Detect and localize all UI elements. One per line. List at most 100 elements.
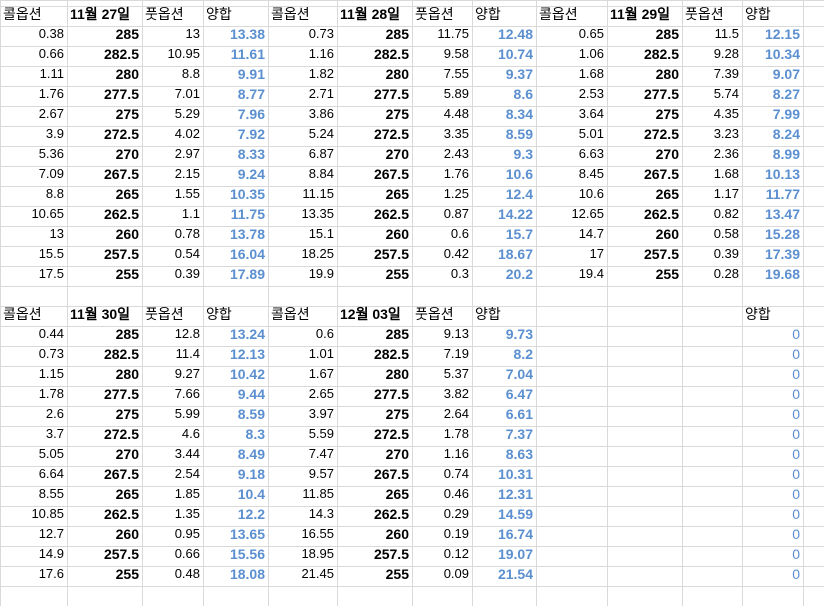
cell-strike[interactable]: 277.5: [67, 384, 142, 404]
cell-straddle-sum[interactable]: 10.6: [472, 164, 536, 184]
cell-put-price[interactable]: 0.29: [412, 504, 472, 524]
cell-straddle-sum[interactable]: 12.2: [203, 504, 268, 524]
cell-straddle-sum[interactable]: 9.37: [472, 64, 536, 84]
cell-straddle-sum[interactable]: 9.18: [203, 464, 268, 484]
cell-put-price[interactable]: 1.68: [682, 164, 742, 184]
cell-put-price[interactable]: 13: [142, 24, 203, 44]
cell-straddle-sum[interactable]: 0: [742, 544, 803, 564]
cell-call-price[interactable]: 9.57: [268, 464, 337, 484]
header-put-option[interactable]: [682, 304, 742, 324]
cell-put-price[interactable]: 7.01: [142, 84, 203, 104]
header-put-option[interactable]: 풋옵션: [142, 4, 203, 24]
cell-call-price[interactable]: 5.01: [536, 124, 607, 144]
cell-call-price[interactable]: 1.06: [536, 44, 607, 64]
cell-put-price[interactable]: 3.82: [412, 384, 472, 404]
cell-straddle-sum[interactable]: 16.74: [472, 524, 536, 544]
cell-call-price[interactable]: 1.68: [536, 64, 607, 84]
cell-strike[interactable]: [607, 504, 682, 524]
cell-straddle-sum[interactable]: 0: [742, 504, 803, 524]
cell-put-price[interactable]: 5.74: [682, 84, 742, 104]
cell-strike[interactable]: 257.5: [337, 544, 412, 564]
cell-put-price[interactable]: [682, 364, 742, 384]
cell-put-price[interactable]: 8.8: [142, 64, 203, 84]
cell-strike[interactable]: 272.5: [67, 424, 142, 444]
cell-straddle-sum[interactable]: 0: [742, 404, 803, 424]
cell-put-price[interactable]: 1.1: [142, 204, 203, 224]
header-call-option[interactable]: 콜옵션: [0, 4, 67, 24]
header-date[interactable]: 11월 29일: [607, 4, 682, 24]
cell-put-price[interactable]: 0.28: [682, 264, 742, 284]
cell-straddle-sum[interactable]: 0: [742, 464, 803, 484]
cell-strike[interactable]: 262.5: [337, 204, 412, 224]
cell-call-price[interactable]: 1.01: [268, 344, 337, 364]
cell-straddle-sum[interactable]: 8.3: [203, 424, 268, 444]
cell-call-price[interactable]: 5.05: [0, 444, 67, 464]
cell-straddle-sum[interactable]: 10.42: [203, 364, 268, 384]
cell-put-price[interactable]: [682, 484, 742, 504]
cell-call-price[interactable]: 15.5: [0, 244, 67, 264]
cell-strike[interactable]: 277.5: [67, 84, 142, 104]
cell-strike[interactable]: 262.5: [67, 504, 142, 524]
cell-straddle-sum[interactable]: 0: [742, 364, 803, 384]
header-call-option[interactable]: 콜옵션: [268, 304, 337, 324]
cell-straddle-sum[interactable]: 8.59: [472, 124, 536, 144]
cell-put-price[interactable]: [682, 444, 742, 464]
cell-put-price[interactable]: 0.58: [682, 224, 742, 244]
cell-strike[interactable]: 255: [607, 264, 682, 284]
cell-straddle-sum[interactable]: 12.4: [472, 184, 536, 204]
cell-straddle-sum[interactable]: 19.68: [742, 264, 803, 284]
cell-strike[interactable]: 265: [67, 484, 142, 504]
cell-put-price[interactable]: 2.97: [142, 144, 203, 164]
cell-straddle-sum[interactable]: 15.7: [472, 224, 536, 244]
cell-straddle-sum[interactable]: 8.99: [742, 144, 803, 164]
cell-strike[interactable]: 255: [337, 264, 412, 284]
cell-put-price[interactable]: 3.23: [682, 124, 742, 144]
cell-strike[interactable]: 262.5: [67, 204, 142, 224]
header-sum[interactable]: 양합: [203, 304, 268, 324]
cell-strike[interactable]: 265: [337, 184, 412, 204]
cell-strike[interactable]: [607, 524, 682, 544]
cell-put-price[interactable]: 0.39: [682, 244, 742, 264]
cell-put-price[interactable]: 4.02: [142, 124, 203, 144]
cell-strike[interactable]: 255: [67, 264, 142, 284]
cell-call-price[interactable]: [536, 424, 607, 444]
cell-put-price[interactable]: 7.66: [142, 384, 203, 404]
cell-straddle-sum[interactable]: 12.13: [203, 344, 268, 364]
cell-straddle-sum[interactable]: 8.27: [742, 84, 803, 104]
cell-call-price[interactable]: 3.97: [268, 404, 337, 424]
cell-straddle-sum[interactable]: 8.77: [203, 84, 268, 104]
cell-straddle-sum[interactable]: 16.04: [203, 244, 268, 264]
cell-put-price[interactable]: 5.89: [412, 84, 472, 104]
cell-straddle-sum[interactable]: 0: [742, 324, 803, 344]
cell-strike[interactable]: 282.5: [337, 44, 412, 64]
cell-call-price[interactable]: 0.44: [0, 324, 67, 344]
cell-strike[interactable]: 272.5: [337, 124, 412, 144]
cell-strike[interactable]: [607, 464, 682, 484]
cell-strike[interactable]: 277.5: [337, 384, 412, 404]
cell-strike[interactable]: 260: [337, 224, 412, 244]
cell-call-price[interactable]: 3.7: [0, 424, 67, 444]
cell-strike[interactable]: 265: [607, 184, 682, 204]
cell-call-price[interactable]: 7.47: [268, 444, 337, 464]
cell-straddle-sum[interactable]: 9.44: [203, 384, 268, 404]
cell-strike[interactable]: 285: [67, 324, 142, 344]
cell-straddle-sum[interactable]: 17.39: [742, 244, 803, 264]
cell-straddle-sum[interactable]: 8.2: [472, 344, 536, 364]
cell-straddle-sum[interactable]: 18.67: [472, 244, 536, 264]
cell-straddle-sum[interactable]: 8.34: [472, 104, 536, 124]
cell-strike[interactable]: [607, 544, 682, 564]
header-put-option[interactable]: 풋옵션: [412, 4, 472, 24]
cell-straddle-sum[interactable]: 13.47: [742, 204, 803, 224]
cell-call-price[interactable]: [536, 524, 607, 544]
cell-call-price[interactable]: 13.35: [268, 204, 337, 224]
cell-strike[interactable]: 270: [67, 144, 142, 164]
cell-straddle-sum[interactable]: 20.2: [472, 264, 536, 284]
cell-call-price[interactable]: 8.8: [0, 184, 67, 204]
cell-straddle-sum[interactable]: 11.75: [203, 204, 268, 224]
cell-put-price[interactable]: 0.19: [412, 524, 472, 544]
cell-strike[interactable]: [607, 564, 682, 584]
cell-straddle-sum[interactable]: 21.54: [472, 564, 536, 584]
cell-call-price[interactable]: 5.59: [268, 424, 337, 444]
cell-strike[interactable]: 270: [337, 144, 412, 164]
cell-call-price[interactable]: 12.65: [536, 204, 607, 224]
